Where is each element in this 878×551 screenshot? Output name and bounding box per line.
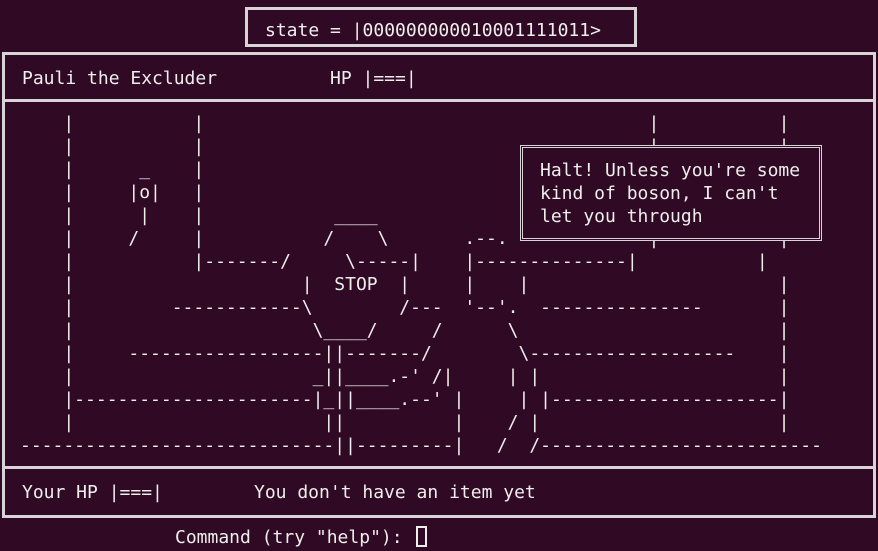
item-status: You don't have an item yet: [254, 482, 536, 503]
top-divider: [5, 99, 873, 102]
enemy-name: Pauli the Excluder: [22, 68, 218, 89]
command-input[interactable]: [416, 526, 427, 547]
speech-line: kind of boson, I can't: [540, 183, 779, 204]
enemy-hp: HP |===|: [330, 68, 417, 89]
command-prompt: Command (try "help"):: [175, 527, 403, 548]
bottom-divider: [5, 466, 873, 469]
state-vector: state = |000000000010001111011>: [265, 20, 601, 41]
speech-bubble: Halt! Unless you're some kind of boson, …: [520, 145, 822, 241]
speech-line: Halt! Unless you're some: [540, 160, 801, 181]
speech-line: let you through: [540, 206, 703, 227]
state-display: state = |000000000010001111011>: [245, 7, 637, 47]
player-hp: Your HP |===|: [22, 482, 163, 503]
